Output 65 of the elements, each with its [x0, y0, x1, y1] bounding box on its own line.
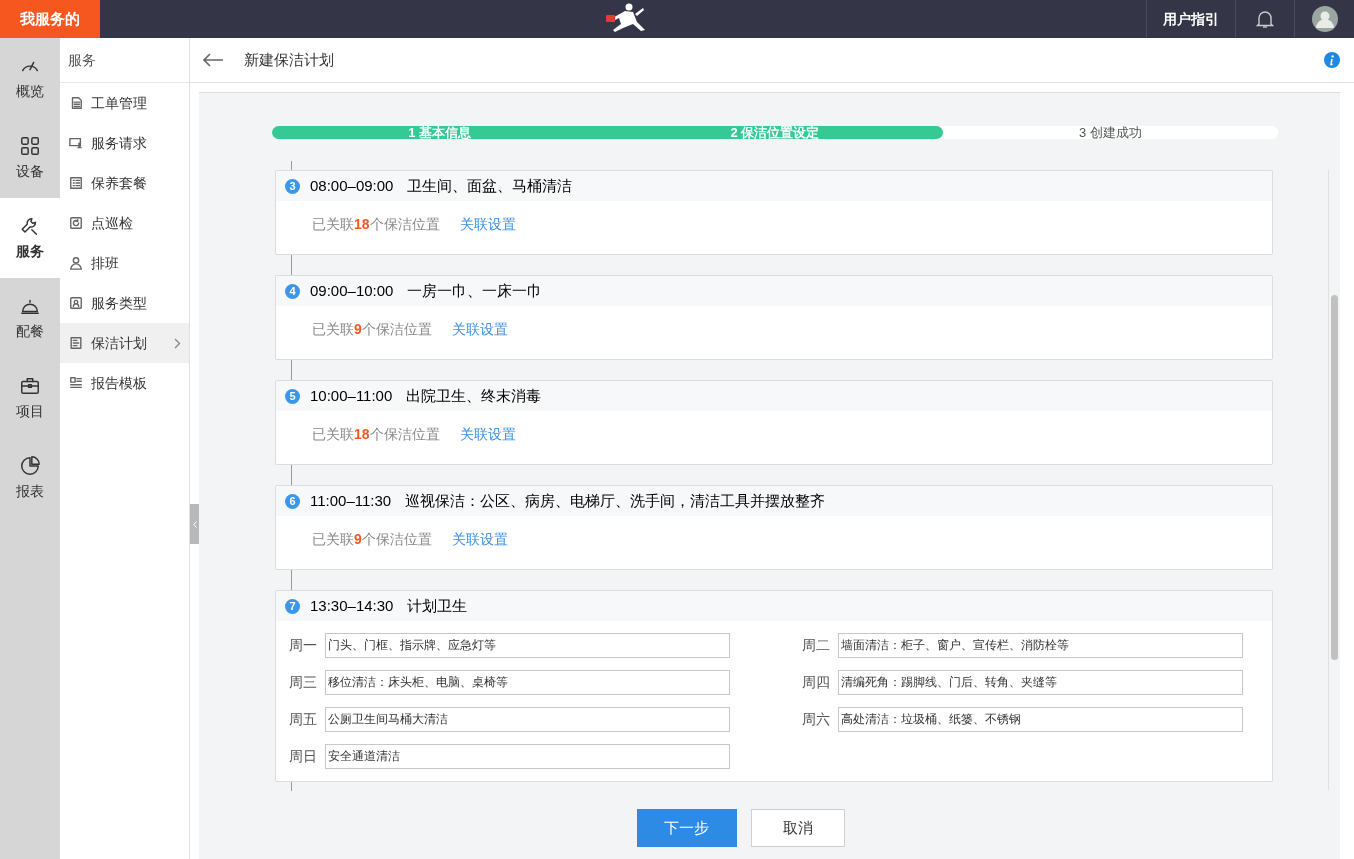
brand-title: 我服务的 — [0, 0, 100, 38]
linked-summary: 已关联18个保洁位置 — [312, 425, 440, 444]
link-settings-link[interactable]: 关联设置 — [451, 319, 508, 340]
task-input-field[interactable]: 高处清洁：垃圾桶、纸篓、不锈钢 — [838, 707, 1243, 732]
time-range: 11:00–11:30 — [310, 490, 392, 511]
template-icon — [69, 376, 83, 390]
step-number: 6 — [285, 493, 300, 509]
chevron-left-icon — [192, 520, 197, 528]
day-label: 周日 — [289, 747, 317, 766]
step-number: 5 — [285, 388, 300, 404]
plan-title: 巡视保洁：公区、病房、电梯厅、洗手间，清洁工具并摆放整齐 — [405, 490, 826, 511]
progress-step: 1 基本信息 — [272, 126, 608, 139]
document-icon — [69, 96, 83, 110]
task-input-field[interactable]: 公厕卫生间马桶大清洁 — [325, 707, 730, 732]
submenu-item[interactable]: 保洁计划 — [60, 323, 189, 363]
day-label: 周六 — [802, 710, 830, 729]
cancel-button[interactable]: 取消 — [750, 809, 845, 847]
info-icon[interactable] — [1324, 52, 1340, 68]
linked-summary: 已关联18个保洁位置 — [312, 215, 440, 234]
monitor-person-icon — [69, 136, 83, 150]
task-input-field[interactable]: 清编死角：踢脚线、门后、转角、夹缝等 — [838, 670, 1243, 695]
task-input-field[interactable]: 墙面清洁：柜子、窗户、宣传栏、消防栓等 — [838, 633, 1243, 658]
time-range: 13:30–14:30 — [310, 595, 394, 616]
link-settings-link[interactable]: 关联设置 — [459, 214, 516, 235]
next-step-button[interactable]: 下一步 — [636, 809, 737, 847]
chevron-right-icon — [174, 337, 181, 349]
user-guide-link[interactable]: 用户指引 — [1146, 0, 1235, 38]
day-label: 周三 — [289, 673, 317, 692]
document-icon — [69, 336, 83, 350]
collapse-handle[interactable] — [190, 504, 199, 544]
plan-title: 计划卫生 — [407, 595, 468, 616]
step-number: 4 — [285, 283, 300, 299]
day-label: 周二 — [802, 636, 830, 655]
step-number: 3 — [285, 178, 300, 194]
back-arrow-icon[interactable] — [202, 53, 224, 67]
plan-title: 出院卫生、终末消毒 — [406, 385, 542, 406]
id-card-icon — [69, 296, 83, 310]
day-label: 周五 — [289, 710, 317, 729]
person-icon — [69, 256, 83, 270]
time-range: 08:00–09:00 — [310, 175, 394, 196]
task-input-field[interactable]: 安全通道清洁 — [325, 744, 730, 769]
nav-rail-item[interactable]: 服务 — [0, 198, 60, 278]
time-range: 10:00–11:00 — [310, 385, 393, 406]
submenu-title: 服务 — [68, 50, 96, 70]
pie-chart-icon — [19, 454, 41, 477]
link-settings-link[interactable]: 关联设置 — [459, 424, 516, 445]
plan-title: 卫生间、面盆、马桶清洁 — [407, 175, 573, 196]
task-input-field[interactable]: 门头、门框、指示牌、应急灯等 — [325, 633, 730, 658]
task-input-field[interactable]: 移位清洁：床头柜、电脑、桌椅等 — [325, 670, 730, 695]
day-label: 周一 — [289, 636, 317, 655]
linked-summary: 已关联9个保洁位置 — [312, 320, 432, 339]
time-range: 09:00–10:00 — [310, 280, 394, 301]
list-icon — [69, 176, 83, 190]
page-title: 新建保洁计划 — [244, 49, 335, 70]
refresh-icon — [69, 216, 83, 230]
notification-bell-icon[interactable] — [1256, 9, 1274, 29]
grid-icon — [19, 134, 41, 157]
step-number: 7 — [285, 598, 300, 614]
day-label: 周四 — [802, 673, 830, 692]
linked-summary: 已关联9个保洁位置 — [312, 530, 432, 549]
scrollbar-thumb[interactable] — [1331, 295, 1338, 660]
plan-title: 一房一巾、一床一巾 — [407, 280, 543, 301]
progress-step: 2 保洁位置设定 — [607, 126, 943, 139]
avatar-icon[interactable] — [1311, 6, 1338, 32]
link-settings-link[interactable]: 关联设置 — [451, 529, 508, 550]
